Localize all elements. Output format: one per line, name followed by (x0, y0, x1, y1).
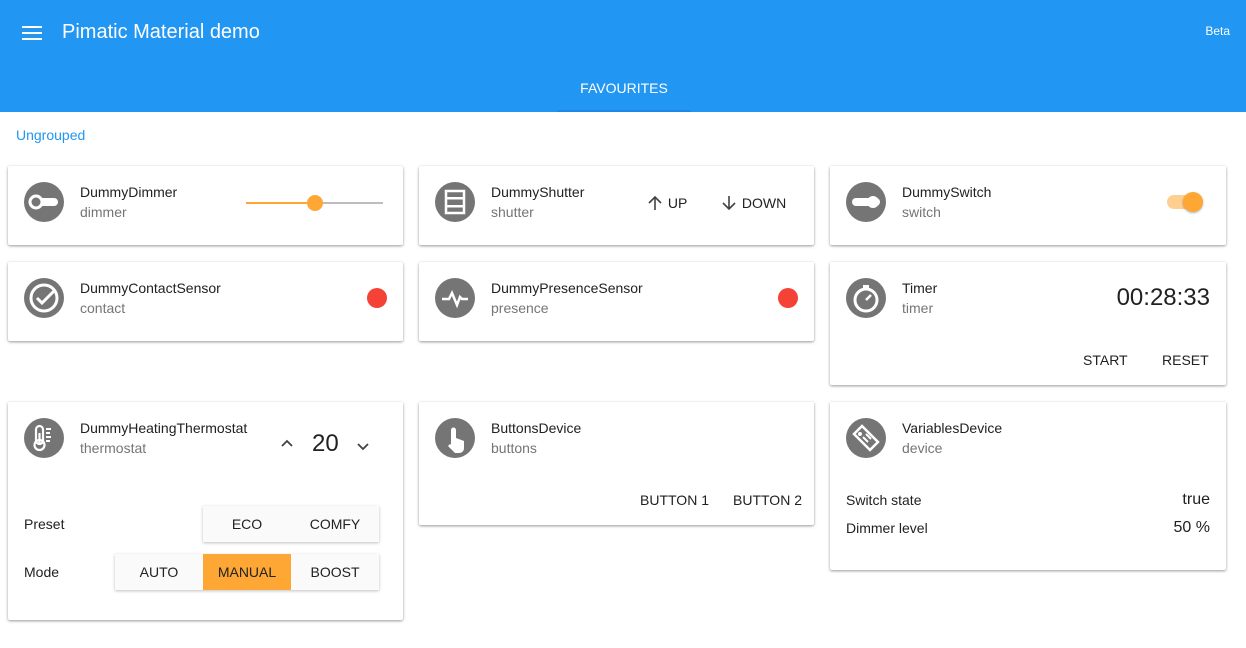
device-type: contact (80, 300, 126, 316)
timer-icon (846, 278, 886, 318)
dimmer-icon (24, 182, 64, 222)
mode-selector: AUTO MANUAL BOOST (115, 554, 379, 590)
device-card-buttons: ButtonsDevice buttons BUTTON 1 BUTTON 2 (419, 402, 814, 525)
app-bar: Pimatic Material demo Beta FAVOURITES (0, 0, 1246, 112)
device-type: buttons (491, 440, 537, 456)
device-card-switch: DummySwitch switch (830, 166, 1226, 245)
preset-comfy-button[interactable]: COMFY (291, 506, 379, 542)
variable-value: 50 % (1173, 519, 1210, 536)
arrow-up-icon (648, 195, 662, 210)
device-type: shutter (491, 204, 534, 220)
up-label: UP (667, 195, 688, 211)
mode-label: Mode (24, 564, 60, 580)
variable-label: Dimmer level (846, 520, 928, 536)
mode-auto-button[interactable]: AUTO (115, 554, 203, 590)
device-type: device (902, 440, 943, 456)
timer-reset-button[interactable]: RESET (1162, 352, 1209, 368)
arrow-down-icon (722, 196, 736, 211)
device-card-presence: DummyPresenceSensor presence (419, 262, 814, 341)
device-name: VariablesDevice (902, 420, 1003, 436)
button-1[interactable]: BUTTON 1 (640, 492, 709, 508)
device-name: DummyShutter (491, 184, 585, 200)
dimmer-slider[interactable] (246, 195, 383, 211)
mode-manual-button[interactable]: MANUAL (203, 554, 291, 590)
device-type: switch (902, 204, 941, 220)
tab-favourites[interactable]: FAVOURITES (557, 67, 691, 112)
button-2[interactable]: BUTTON 2 (733, 492, 802, 508)
beta-badge: Beta (1205, 24, 1230, 38)
thermostat-icon (24, 418, 64, 458)
device-card-shutter: DummyShutter shutter UP DOWN (419, 166, 814, 245)
slider-thumb[interactable] (306, 195, 323, 211)
preset-selector: ECO COMFY (203, 506, 379, 542)
device-card-variables: VariablesDevice device Switch state true… (830, 402, 1226, 570)
device-card-contact: DummyContactSensor contact (8, 262, 403, 341)
menu-icon[interactable] (22, 26, 42, 40)
switch-toggle[interactable] (1167, 192, 1203, 212)
preset-eco-button[interactable]: ECO (203, 506, 291, 542)
down-label: DOWN (741, 195, 787, 211)
device-card-thermostat: DummyHeatingThermostat thermostat 20 Pre… (8, 402, 403, 620)
device-name: DummyPresenceSensor (491, 280, 643, 296)
shutter-icon (435, 182, 475, 222)
setpoint-value: 20 (312, 430, 339, 457)
device-name: ButtonsDevice (491, 420, 582, 436)
switch-icon (846, 182, 886, 222)
device-name: Timer (902, 280, 938, 296)
shutter-down-button[interactable]: DOWN (720, 194, 786, 212)
device-card-timer: Timer timer 00:28:33 START RESET (830, 262, 1226, 385)
shutter-up-button[interactable]: UP (646, 194, 687, 212)
device-type: presence (491, 300, 549, 316)
device-type: thermostat (80, 440, 147, 456)
contact-icon (24, 278, 64, 318)
mode-boost-button[interactable]: BOOST (291, 554, 379, 590)
variable-label: Switch state (846, 492, 922, 508)
presence-icon (435, 278, 475, 318)
device-name: DummyHeatingThermostat (80, 420, 248, 436)
presence-status-indicator (778, 288, 798, 308)
timer-start-button[interactable]: START (1083, 352, 1128, 368)
page-title: Pimatic Material demo (62, 21, 260, 43)
variable-value: true (1182, 491, 1210, 508)
device-name: DummyContactSensor (80, 280, 221, 296)
chevron-up-icon[interactable] (280, 435, 294, 453)
contact-status-indicator (367, 288, 387, 308)
device-type: dimmer (80, 204, 127, 220)
device-card-dimmer: DummyDimmer dimmer (8, 166, 403, 245)
touch-icon (435, 418, 475, 458)
chevron-down-icon[interactable] (356, 439, 370, 457)
device-name: DummyDimmer (80, 184, 178, 200)
tag-icon (846, 418, 886, 458)
device-name: DummySwitch (902, 184, 992, 200)
device-type: timer (902, 300, 934, 316)
group-link-ungrouped[interactable]: Ungrouped (16, 127, 85, 143)
preset-label: Preset (24, 516, 65, 532)
timer-display: 00:28:33 (1116, 284, 1210, 311)
